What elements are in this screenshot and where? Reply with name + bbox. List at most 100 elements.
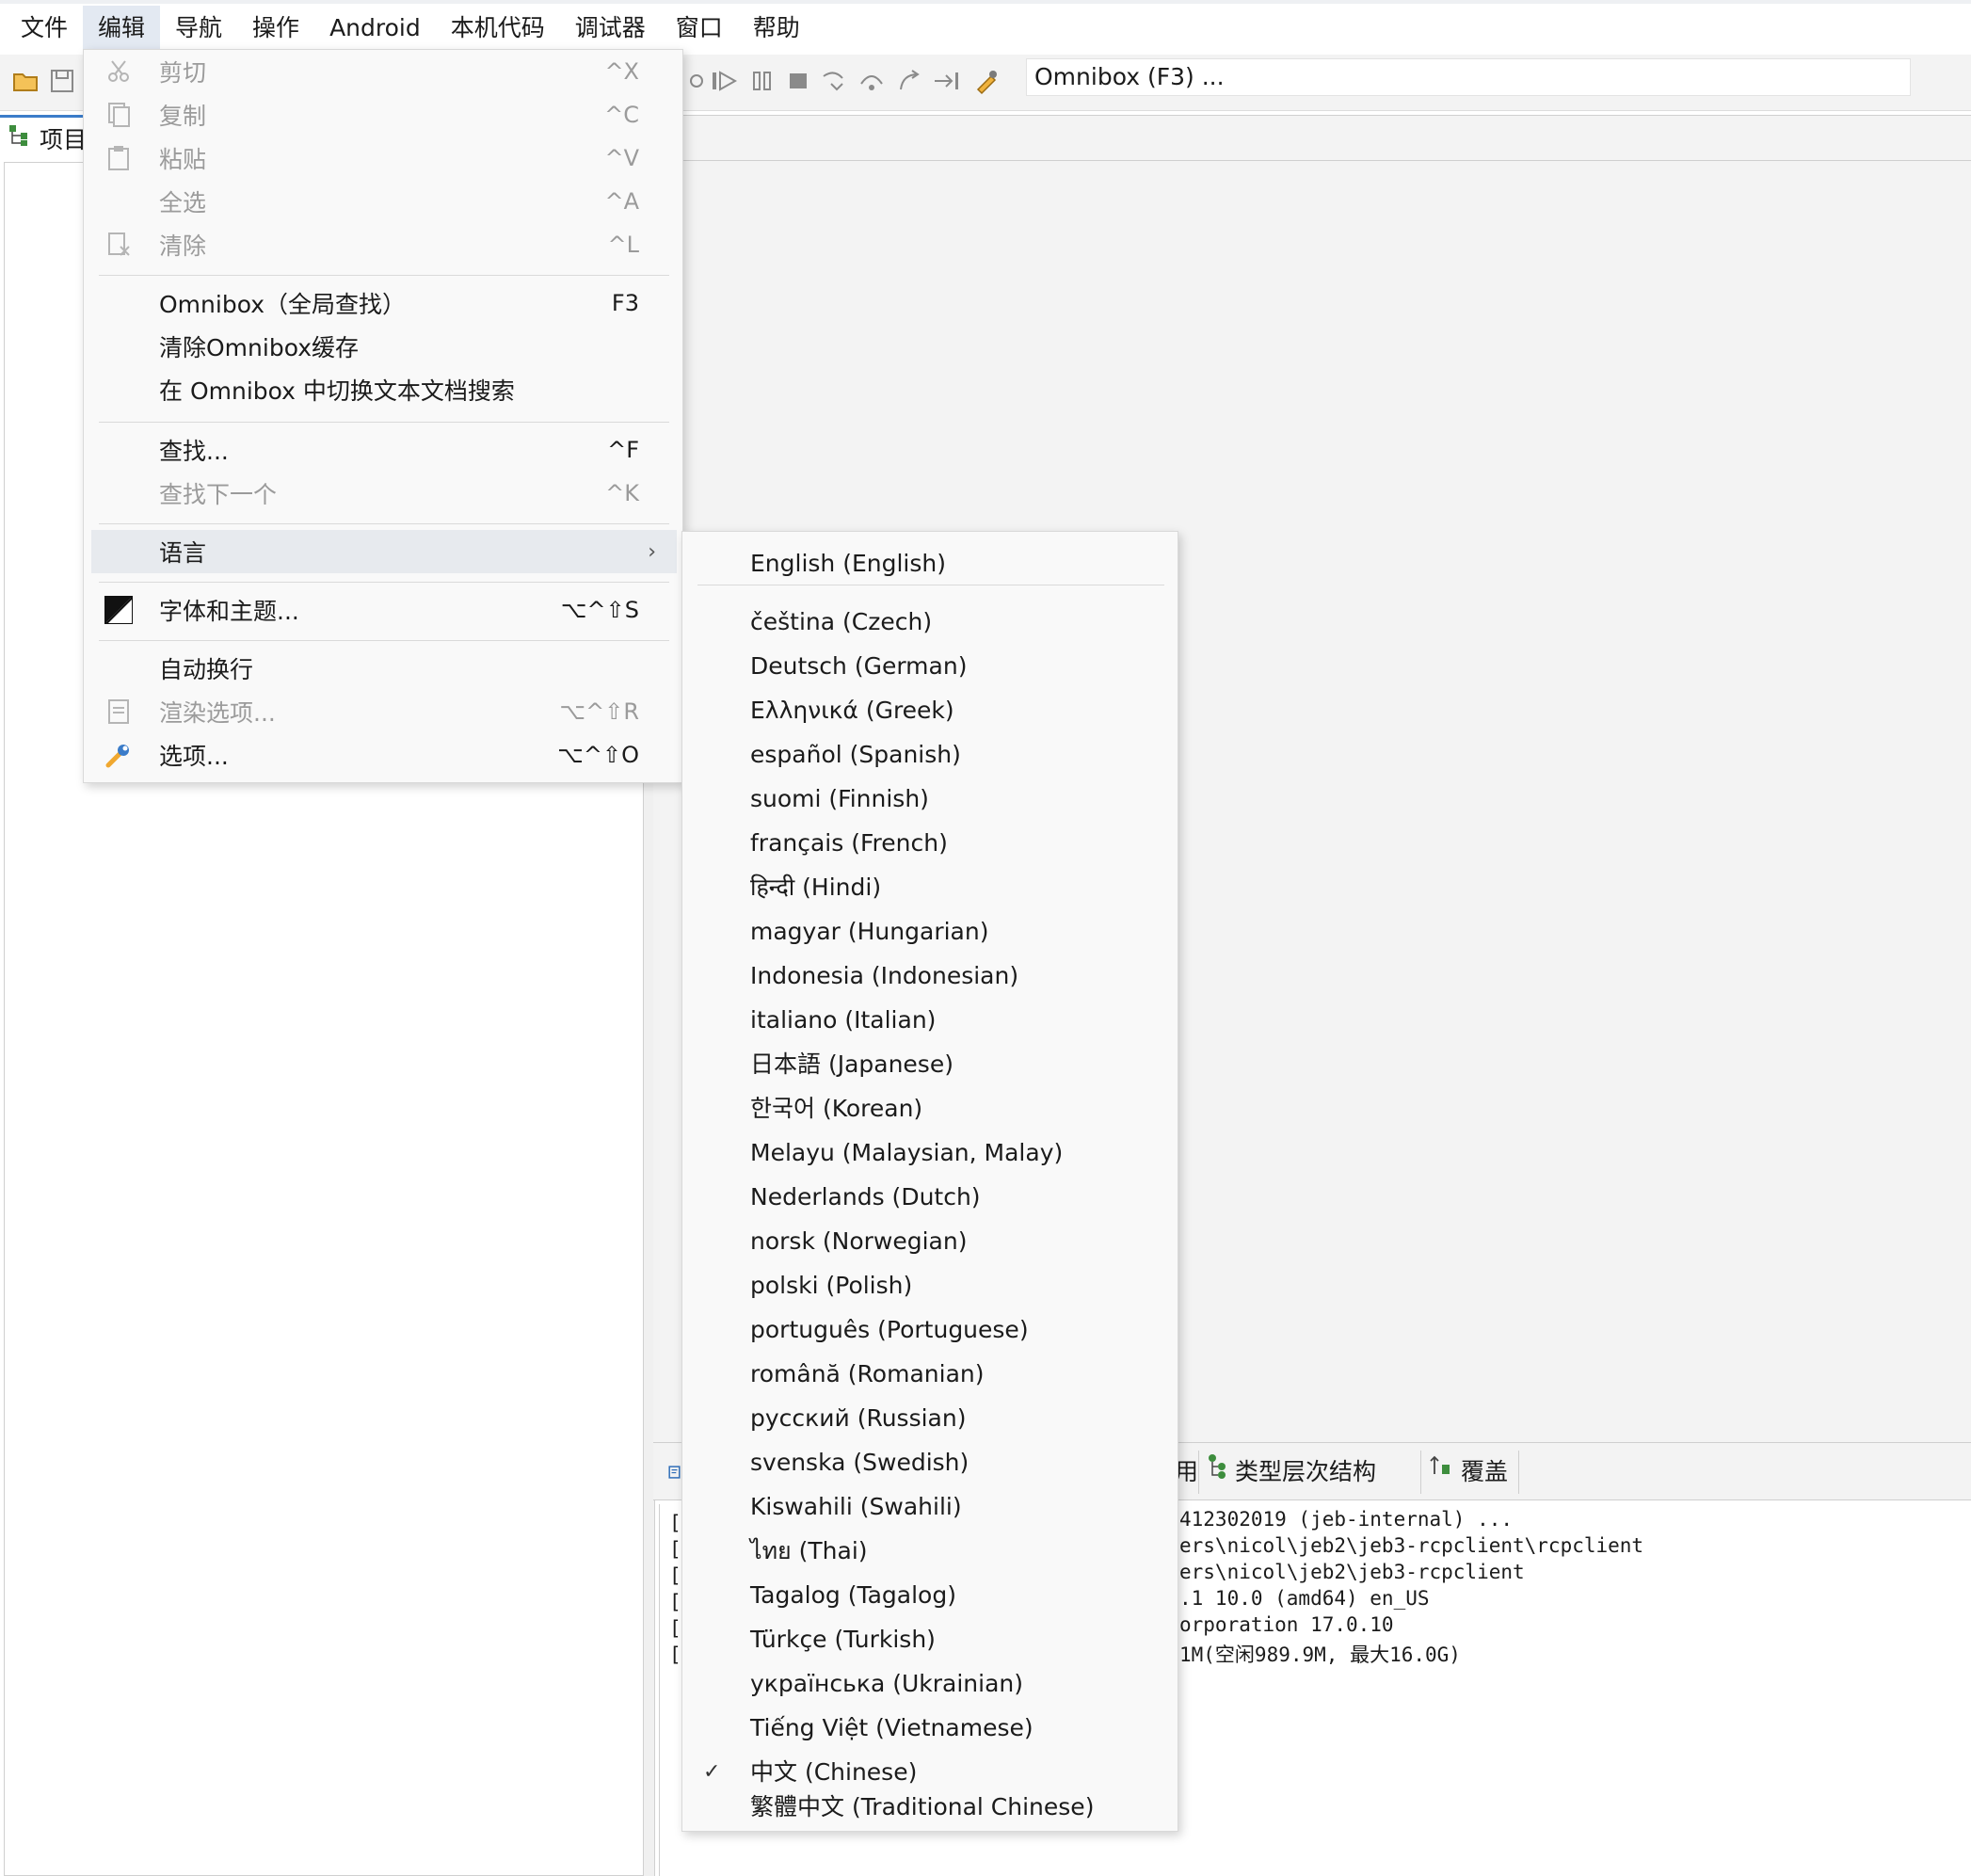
menu-android[interactable]: Android (314, 6, 436, 51)
language-item-norwegian[interactable]: norsk (Norwegian) (682, 1221, 1178, 1262)
stop-icon[interactable] (781, 64, 815, 98)
language-item-german[interactable]: Deutsch (German) (682, 646, 1178, 687)
language-item-label: Tagalog (Tagalog) (750, 1581, 956, 1609)
step-into-icon[interactable] (817, 64, 851, 98)
menu-native[interactable]: 本机代码 (436, 6, 560, 51)
language-item-portuguese[interactable]: português (Portuguese) (682, 1309, 1178, 1351)
menu-edit[interactable]: 编辑 (83, 6, 161, 51)
language-item-finnish[interactable]: suomi (Finnish) (682, 778, 1178, 820)
language-item-label: svenska (Swedish) (750, 1449, 969, 1476)
clear-icon (104, 231, 133, 259)
menu-item-clear-omnibox-cache[interactable]: 清除Omnibox缓存 (91, 325, 677, 368)
menu-item-find[interactable]: 查找... ^F (91, 428, 677, 472)
language-item-english[interactable]: English (English) (682, 543, 1178, 585)
language-item-label: italiano (Italian) (750, 1006, 937, 1034)
language-item-hindi[interactable]: हिन्दी (Hindi) (682, 867, 1178, 908)
type-hierarchy-icon (1207, 1451, 1227, 1494)
language-item-traditional-chinese[interactable]: 繁體中文 (Traditional Chinese) (682, 1787, 1178, 1828)
menu-item-cut[interactable]: 剪切 ^X (91, 50, 677, 93)
language-item-label: Kiswahili (Swahili) (750, 1493, 962, 1520)
language-item-japanese[interactable]: 日本語 (Japanese) (682, 1044, 1178, 1085)
menu-item-find-next[interactable]: 查找下一个 ^K (91, 472, 677, 515)
language-item-french[interactable]: français (French) (682, 823, 1178, 864)
menu-help[interactable]: 帮助 (738, 6, 815, 51)
editor-divider (653, 160, 1971, 161)
language-item-label: română (Romanian) (750, 1360, 985, 1387)
step-over-icon[interactable] (855, 64, 889, 98)
language-item-greek[interactable]: Ελληνικά (Greek) (682, 690, 1178, 731)
language-item-spanish[interactable]: español (Spanish) (682, 734, 1178, 776)
menu-item-toggle-text-search[interactable]: 在 Omnibox 中切换文本文档搜索 (91, 368, 677, 411)
language-item-korean[interactable]: 한국어 (Korean) (682, 1088, 1178, 1130)
edit-menu-dropdown: 剪切 ^X 复制 ^C 粘贴 ^V 全选 ^A 清除 ^L Omnibox（全局… (83, 49, 683, 783)
menu-item-render-options-label: 渲染选项... (159, 699, 276, 727)
menu-item-clear-label: 清除 (159, 232, 207, 260)
language-item-turkish[interactable]: Türkçe (Turkish) (682, 1619, 1178, 1660)
language-item-swedish[interactable]: svenska (Swedish) (682, 1442, 1178, 1483)
menu-item-select-all[interactable]: 全选 ^A (91, 180, 677, 223)
language-item-label: français (French) (750, 829, 948, 857)
project-tab-label: 项目 (40, 125, 88, 153)
menu-item-clear-omnibox-cache-label: 清除Omnibox缓存 (159, 334, 360, 361)
menu-item-find-label: 查找... (159, 438, 229, 465)
console-tab-overrides[interactable]: 覆盖 (1421, 1451, 1519, 1494)
language-item-indonesian[interactable]: Indonesia (Indonesian) (682, 955, 1178, 997)
console-tab-type-hierarchy[interactable]: 类型层次结构 (1199, 1451, 1421, 1494)
menu-action[interactable]: 操作 (237, 6, 314, 51)
language-item-ukrainian[interactable]: українська (Ukrainian) (682, 1663, 1178, 1705)
menu-item-toggle-text-search-label: 在 Omnibox 中切换文本文档搜索 (159, 377, 515, 405)
menu-item-copy-shortcut: ^C (604, 102, 639, 128)
menu-item-paste[interactable]: 粘贴 ^V (91, 136, 677, 180)
language-item-dutch[interactable]: Nederlands (Dutch) (682, 1177, 1178, 1218)
pause-icon[interactable] (745, 64, 779, 98)
menu-item-copy[interactable]: 复制 ^C (91, 93, 677, 136)
run-icon[interactable] (708, 64, 742, 98)
language-item-hungarian[interactable]: magyar (Hungarian) (682, 911, 1178, 953)
menu-item-word-wrap[interactable]: 自动换行 (91, 647, 677, 690)
console-tab-type-hierarchy-label: 类型层次结构 (1235, 1458, 1377, 1485)
menu-item-paste-label: 粘贴 (159, 146, 207, 173)
language-item-malay[interactable]: Melayu (Malaysian, Malay) (682, 1132, 1178, 1174)
console-line-prefix: [ (669, 1564, 681, 1587)
language-item-label: 日本語 (Japanese) (750, 1050, 953, 1078)
language-item-label: magyar (Hungarian) (750, 918, 989, 945)
menu-separator (99, 640, 669, 641)
menu-item-fonts-themes-label: 字体和主题... (159, 598, 299, 625)
language-item-polish[interactable]: polski (Polish) (682, 1265, 1178, 1307)
language-item-label: Deutsch (German) (750, 652, 968, 680)
menu-navigate[interactable]: 导航 (160, 6, 237, 51)
menu-item-clear[interactable]: 清除 ^L (91, 223, 677, 266)
language-item-italian[interactable]: italiano (Italian) (682, 1000, 1178, 1041)
menu-file[interactable]: 文件 (6, 6, 83, 51)
language-item-swahili[interactable]: Kiswahili (Swahili) (682, 1486, 1178, 1528)
run-to-line-icon[interactable] (930, 64, 964, 98)
menu-item-render-options[interactable]: 渲染选项... ⌥^⇧R (91, 690, 677, 733)
language-item-tagalog[interactable]: Tagalog (Tagalog) (682, 1575, 1178, 1616)
console-line-prefix: [ (669, 1512, 681, 1534)
project-tab[interactable]: 项目 (0, 115, 87, 158)
menu-debugger[interactable]: 调试器 (560, 6, 661, 51)
menu-item-language[interactable]: 语言 › (91, 530, 677, 573)
menu-item-render-options-shortcut: ⌥^⇧R (559, 698, 639, 725)
console-line: ers\nicol\jeb2\jeb3-rcpclient\rcpclient (1179, 1534, 1644, 1557)
language-item-vietnamese[interactable]: Tiếng Việt (Vietnamese) (682, 1708, 1178, 1749)
menu-window[interactable]: 窗口 (661, 6, 738, 51)
omnibox-input[interactable]: Omnibox (F3) ... (1026, 58, 1911, 96)
menu-item-language-label: 语言 (159, 539, 207, 567)
language-item-russian[interactable]: русский (Russian) (682, 1398, 1178, 1439)
menu-item-omnibox-label: Omnibox（全局查找） (159, 291, 407, 318)
language-item-romanian[interactable]: română (Romanian) (682, 1354, 1178, 1395)
plugin-icon[interactable] (969, 64, 1003, 98)
menu-item-options[interactable]: 选项... ⌥^⇧O (91, 733, 677, 777)
language-item-label: Türkçe (Turkish) (750, 1626, 936, 1653)
step-out-icon[interactable] (892, 64, 926, 98)
open-folder-icon[interactable] (9, 64, 43, 98)
save-icon[interactable] (45, 64, 79, 98)
theme-icon (104, 596, 133, 624)
menu-item-omnibox[interactable]: Omnibox（全局查找） F3 (91, 281, 677, 325)
copy-icon (104, 101, 133, 129)
language-item-thai[interactable]: ไทย (Thai) (682, 1531, 1178, 1572)
language-item-label: čeština (Czech) (750, 608, 933, 635)
menu-item-fonts-themes[interactable]: 字体和主题... ⌥^⇧S (91, 588, 677, 632)
language-item-czech[interactable]: čeština (Czech) (682, 601, 1178, 643)
